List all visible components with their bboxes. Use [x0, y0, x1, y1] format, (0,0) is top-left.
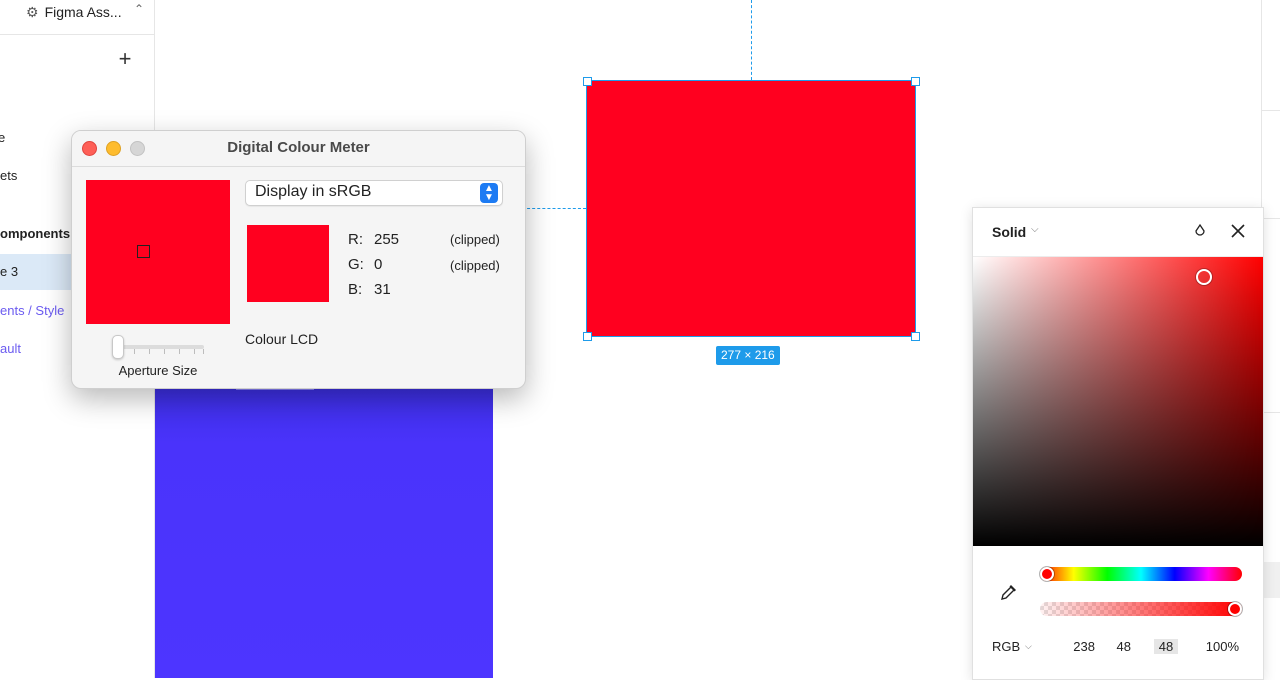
resize-handle-bottom-left[interactable] [583, 332, 592, 341]
slider-tick [134, 349, 135, 354]
add-page-button[interactable]: + [116, 48, 134, 70]
opacity-slider-knob[interactable] [1228, 602, 1242, 616]
panel-divider [1262, 412, 1280, 413]
blue-frame[interactable] [155, 385, 493, 678]
blend-drop-icon[interactable] [1191, 222, 1209, 240]
color-field-handle[interactable] [1196, 269, 1212, 285]
horizontal-guide [522, 208, 586, 209]
blue-value-row: B: 31 [348, 281, 391, 298]
close-icon[interactable] [1229, 222, 1247, 240]
hue-slider-knob[interactable] [1040, 567, 1054, 581]
aperture-slider-track[interactable] [116, 345, 204, 349]
red-clipped-note: (clipped) [450, 232, 500, 247]
eyedropper-icon[interactable] [999, 582, 1019, 602]
sidebar-section-components: omponents [0, 226, 71, 241]
sidebar-item[interactable]: e [0, 130, 5, 145]
chevron-down-icon[interactable]: ⌵ [1031, 224, 1039, 235]
color-model-dropdown[interactable]: RGB [992, 639, 1020, 654]
chevron-down-icon[interactable]: ⌵ [1025, 641, 1032, 652]
red-value: 255 [374, 231, 400, 248]
fill-type-dropdown[interactable]: Solid [992, 224, 1026, 240]
resize-handle-bottom-right[interactable] [911, 332, 920, 341]
selection-size-badge: 277 × 216 [716, 346, 780, 365]
opacity-slider[interactable] [1040, 602, 1242, 616]
window-title: Digital Colour Meter [227, 139, 370, 156]
magnifier-view [86, 180, 230, 324]
chevron-up-icon[interactable]: ⌃ [134, 2, 144, 16]
hue-slider[interactable] [1040, 567, 1242, 581]
green-label: G: [348, 256, 364, 273]
colour-swatch [247, 225, 329, 302]
plugin-name: Figma Ass... [44, 4, 122, 20]
slider-tick [179, 349, 180, 354]
panel-highlight-row [1262, 562, 1280, 598]
selected-red-rectangle[interactable] [586, 80, 916, 337]
aperture-square-icon [137, 245, 150, 258]
aperture-slider-knob[interactable] [112, 335, 124, 359]
aperture-size-label: Aperture Size [118, 363, 198, 378]
slider-tick [164, 349, 165, 354]
display-mode-value: Display in sRGB [255, 183, 372, 200]
blue-value: 31 [374, 281, 391, 298]
opacity-input[interactable]: 100% [1195, 639, 1239, 654]
panel-divider [1262, 110, 1280, 111]
slider-tick [149, 349, 150, 354]
sidebar-item-assets[interactable]: ets [0, 168, 17, 183]
sidebar-component-link[interactable]: ents / Style [0, 303, 64, 318]
select-arrows-icon: ▲ ▼ [480, 183, 498, 203]
color-picker-panel: Solid ⌵ RGB ⌵ 238 48 48 100% [972, 207, 1264, 680]
display-mode-select[interactable]: Display in sRGB ▲ ▼ [245, 180, 503, 206]
gear-icon: ⚙ [26, 3, 39, 20]
green-input[interactable]: 48 [1107, 639, 1131, 654]
sidebar-variant-link[interactable]: ault [0, 341, 21, 356]
panel-divider [1262, 218, 1280, 219]
blue-label: B: [348, 281, 363, 298]
resize-handle-top-left[interactable] [583, 77, 592, 86]
digital-colour-meter-window: Digital Colour Meter Aperture Size Displ… [71, 130, 526, 389]
red-label: R: [348, 231, 363, 248]
green-value: 0 [374, 256, 383, 273]
display-name: Colour LCD [245, 331, 319, 347]
green-clipped-note: (clipped) [450, 258, 500, 273]
red-value-row: R: 255 [348, 231, 399, 248]
plugin-menu-button[interactable]: ⚙ Figma Ass... [26, 3, 122, 21]
green-value-row: G: 0 [348, 256, 382, 273]
slider-tick [203, 349, 204, 354]
saturation-brightness-field[interactable] [973, 257, 1263, 546]
sidebar-item-selected[interactable]: e 3 [0, 264, 18, 279]
slider-tick [194, 349, 195, 354]
resize-handle-top-right[interactable] [911, 77, 920, 86]
red-input[interactable]: 238 [1069, 639, 1095, 654]
vertical-guide [751, 0, 752, 80]
blue-input[interactable]: 48 [1154, 639, 1178, 654]
